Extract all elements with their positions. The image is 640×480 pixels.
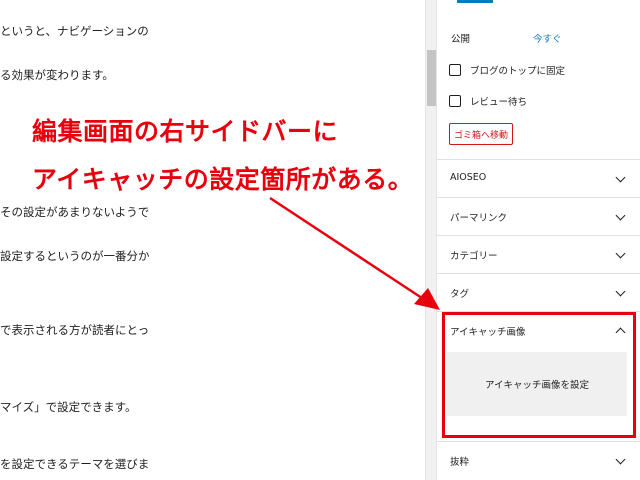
annotation-arrow [269, 196, 440, 310]
annotation-line-1: 編集画面の右サイドバーに [32, 117, 339, 146]
annotation-line-2: アイキャッチの設定箇所がある。 [32, 165, 414, 194]
